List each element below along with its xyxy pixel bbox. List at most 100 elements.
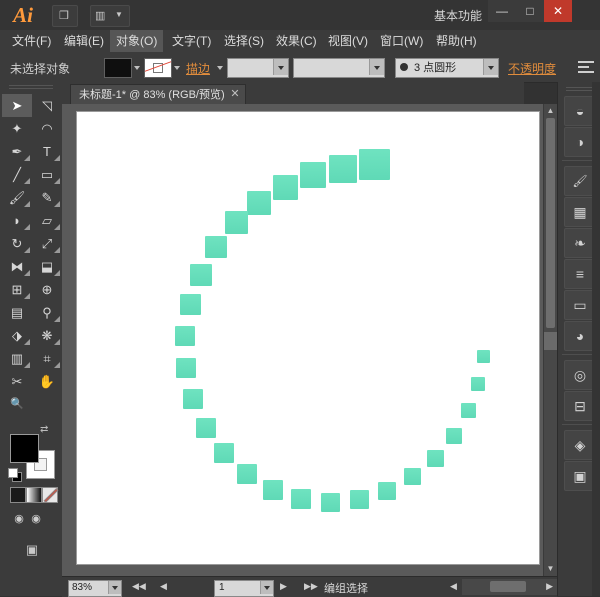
artwork-square[interactable] <box>350 490 369 509</box>
chevron-down-icon[interactable] <box>369 59 384 75</box>
chevron-down-icon[interactable] <box>483 59 498 75</box>
artwork-square[interactable] <box>263 480 283 500</box>
artwork-square[interactable] <box>329 155 357 183</box>
zoom-level-field[interactable]: 83% <box>68 580 122 597</box>
status-label[interactable]: 编组选择 <box>324 580 368 596</box>
scroll-left-icon[interactable]: ◀ <box>450 581 457 592</box>
artwork-square[interactable] <box>477 350 490 363</box>
artwork-square[interactable] <box>291 489 311 509</box>
gradient-button[interactable] <box>26 487 42 503</box>
minimize-button[interactable]: — <box>488 0 516 22</box>
paintbrush-tool[interactable]: 🖌 <box>2 186 32 209</box>
next-artboard-button[interactable]: ▶ <box>280 581 287 592</box>
menu-select[interactable]: 选择(S) <box>218 30 270 52</box>
change-screen-mode-button[interactable]: ▣ <box>22 542 42 558</box>
artwork-square[interactable] <box>273 175 298 200</box>
menu-help[interactable]: 帮助(H) <box>430 30 483 52</box>
artwork-square[interactable] <box>378 482 396 500</box>
artwork-square[interactable] <box>300 162 326 188</box>
scale-tool[interactable]: ⤢ <box>32 232 62 255</box>
column-graph-tool[interactable]: ▥ <box>2 347 32 370</box>
artwork-square[interactable] <box>183 389 203 409</box>
scroll-up-icon[interactable]: ▲ <box>546 106 555 116</box>
menu-effect[interactable]: 效果(C) <box>270 30 323 52</box>
color-button[interactable] <box>10 487 26 503</box>
align-options-icon[interactable] <box>578 59 594 75</box>
menu-object[interactable]: 对象(O) <box>110 30 163 52</box>
vertical-scroll-thumb[interactable] <box>546 118 555 328</box>
blob-brush-tool[interactable]: ◗ <box>2 209 32 232</box>
chevron-down-icon[interactable] <box>134 66 140 70</box>
artwork-square[interactable] <box>205 236 227 258</box>
fill-swatch[interactable] <box>104 58 132 78</box>
artwork-square[interactable] <box>427 450 444 467</box>
width-tool[interactable]: ⧓ <box>2 255 32 278</box>
artwork-square[interactable] <box>247 191 271 215</box>
artwork-square[interactable] <box>237 464 257 484</box>
zoom-tool[interactable]: 🔍 <box>2 393 32 416</box>
graphic-style-field[interactable]: 3 点圆形 <box>395 58 499 78</box>
panel-expand-handle[interactable] <box>544 332 557 350</box>
artwork-square[interactable] <box>175 326 195 346</box>
brush-definition-field[interactable] <box>293 58 385 78</box>
artwork-square[interactable] <box>225 211 248 234</box>
direct-selection-tool[interactable]: ◹ <box>32 94 62 117</box>
artboard-tool[interactable]: ⌗ <box>32 347 62 370</box>
artwork-square[interactable] <box>471 377 485 391</box>
close-icon[interactable]: ✕ <box>230 88 239 101</box>
fill-color-box[interactable] <box>10 434 39 463</box>
chevron-down-icon[interactable] <box>174 66 180 70</box>
artwork-square[interactable] <box>321 493 340 512</box>
artwork-square[interactable] <box>446 428 462 444</box>
tools-panel-grip[interactable] <box>0 82 62 92</box>
menu-view[interactable]: 视图(V) <box>322 30 374 52</box>
artboard-number-field[interactable]: 1 <box>214 580 274 597</box>
shape-builder-tool[interactable]: ⬓ <box>32 255 62 278</box>
close-button[interactable]: ✕ <box>544 0 572 22</box>
artwork-square[interactable] <box>180 294 201 315</box>
chevron-down-icon[interactable] <box>217 66 223 70</box>
none-button[interactable] <box>42 487 58 503</box>
opacity-link[interactable]: 不透明度 <box>508 60 556 77</box>
pencil-tool[interactable]: ✎ <box>32 186 62 209</box>
symbol-sprayer-tool[interactable]: ❋ <box>32 324 62 347</box>
rectangle-tool[interactable]: ▭ <box>32 163 62 186</box>
selection-tool[interactable]: ➤ <box>2 94 32 117</box>
document-tab[interactable]: 未标题-1* @ 83% (RGB/预览) ✕ <box>70 84 246 105</box>
pen-tool[interactable]: ✒ <box>2 140 32 163</box>
stroke-options-link[interactable]: 描边 <box>186 60 210 77</box>
slice-tool[interactable]: ✂ <box>2 370 32 393</box>
artwork-square[interactable] <box>196 418 216 438</box>
stroke-weight-field[interactable] <box>227 58 289 78</box>
artwork-square[interactable] <box>461 403 476 418</box>
blend-tool[interactable]: ⬗ <box>2 324 32 347</box>
horizontal-scrollbar[interactable] <box>462 579 557 595</box>
stroke-swatch[interactable] <box>144 58 172 78</box>
scroll-right-icon[interactable]: ▶ <box>546 581 553 592</box>
menu-type[interactable]: 文字(T) <box>166 30 217 52</box>
eraser-tool[interactable]: ▱ <box>32 209 62 232</box>
arrange-documents-button[interactable]: ▥ ▼ <box>90 5 130 27</box>
magic-wand-tool[interactable]: ✦ <box>2 117 32 140</box>
chevron-down-icon[interactable] <box>260 581 273 594</box>
gradient-tool[interactable]: ▤ <box>2 301 32 324</box>
last-artboard-button[interactable]: ▶▶ <box>304 581 318 592</box>
drawing-mode-button[interactable]: ◉ <box>12 512 26 526</box>
maximize-button[interactable]: □ <box>516 0 544 22</box>
perspective-grid-tool[interactable]: ⊞ <box>2 278 32 301</box>
default-fill-stroke-icon[interactable] <box>8 468 21 481</box>
mesh-tool[interactable]: ⊕ <box>32 278 62 301</box>
bridge-button[interactable]: ❒ <box>52 5 78 27</box>
scroll-down-icon[interactable]: ▼ <box>546 564 555 574</box>
rotate-tool[interactable]: ↻ <box>2 232 32 255</box>
line-segment-tool[interactable]: ╱ <box>2 163 32 186</box>
lasso-tool[interactable]: ◠ <box>32 117 62 140</box>
artwork-square[interactable] <box>404 468 421 485</box>
menu-window[interactable]: 窗口(W) <box>374 30 429 52</box>
artboard[interactable] <box>76 111 540 565</box>
artwork-square[interactable] <box>359 149 390 180</box>
eyedropper-tool[interactable]: ⚲ <box>32 301 62 324</box>
swap-fill-stroke-icon[interactable]: ⇄ <box>40 424 52 434</box>
hand-tool[interactable]: ✋ <box>32 370 62 393</box>
artwork-square[interactable] <box>190 264 212 286</box>
